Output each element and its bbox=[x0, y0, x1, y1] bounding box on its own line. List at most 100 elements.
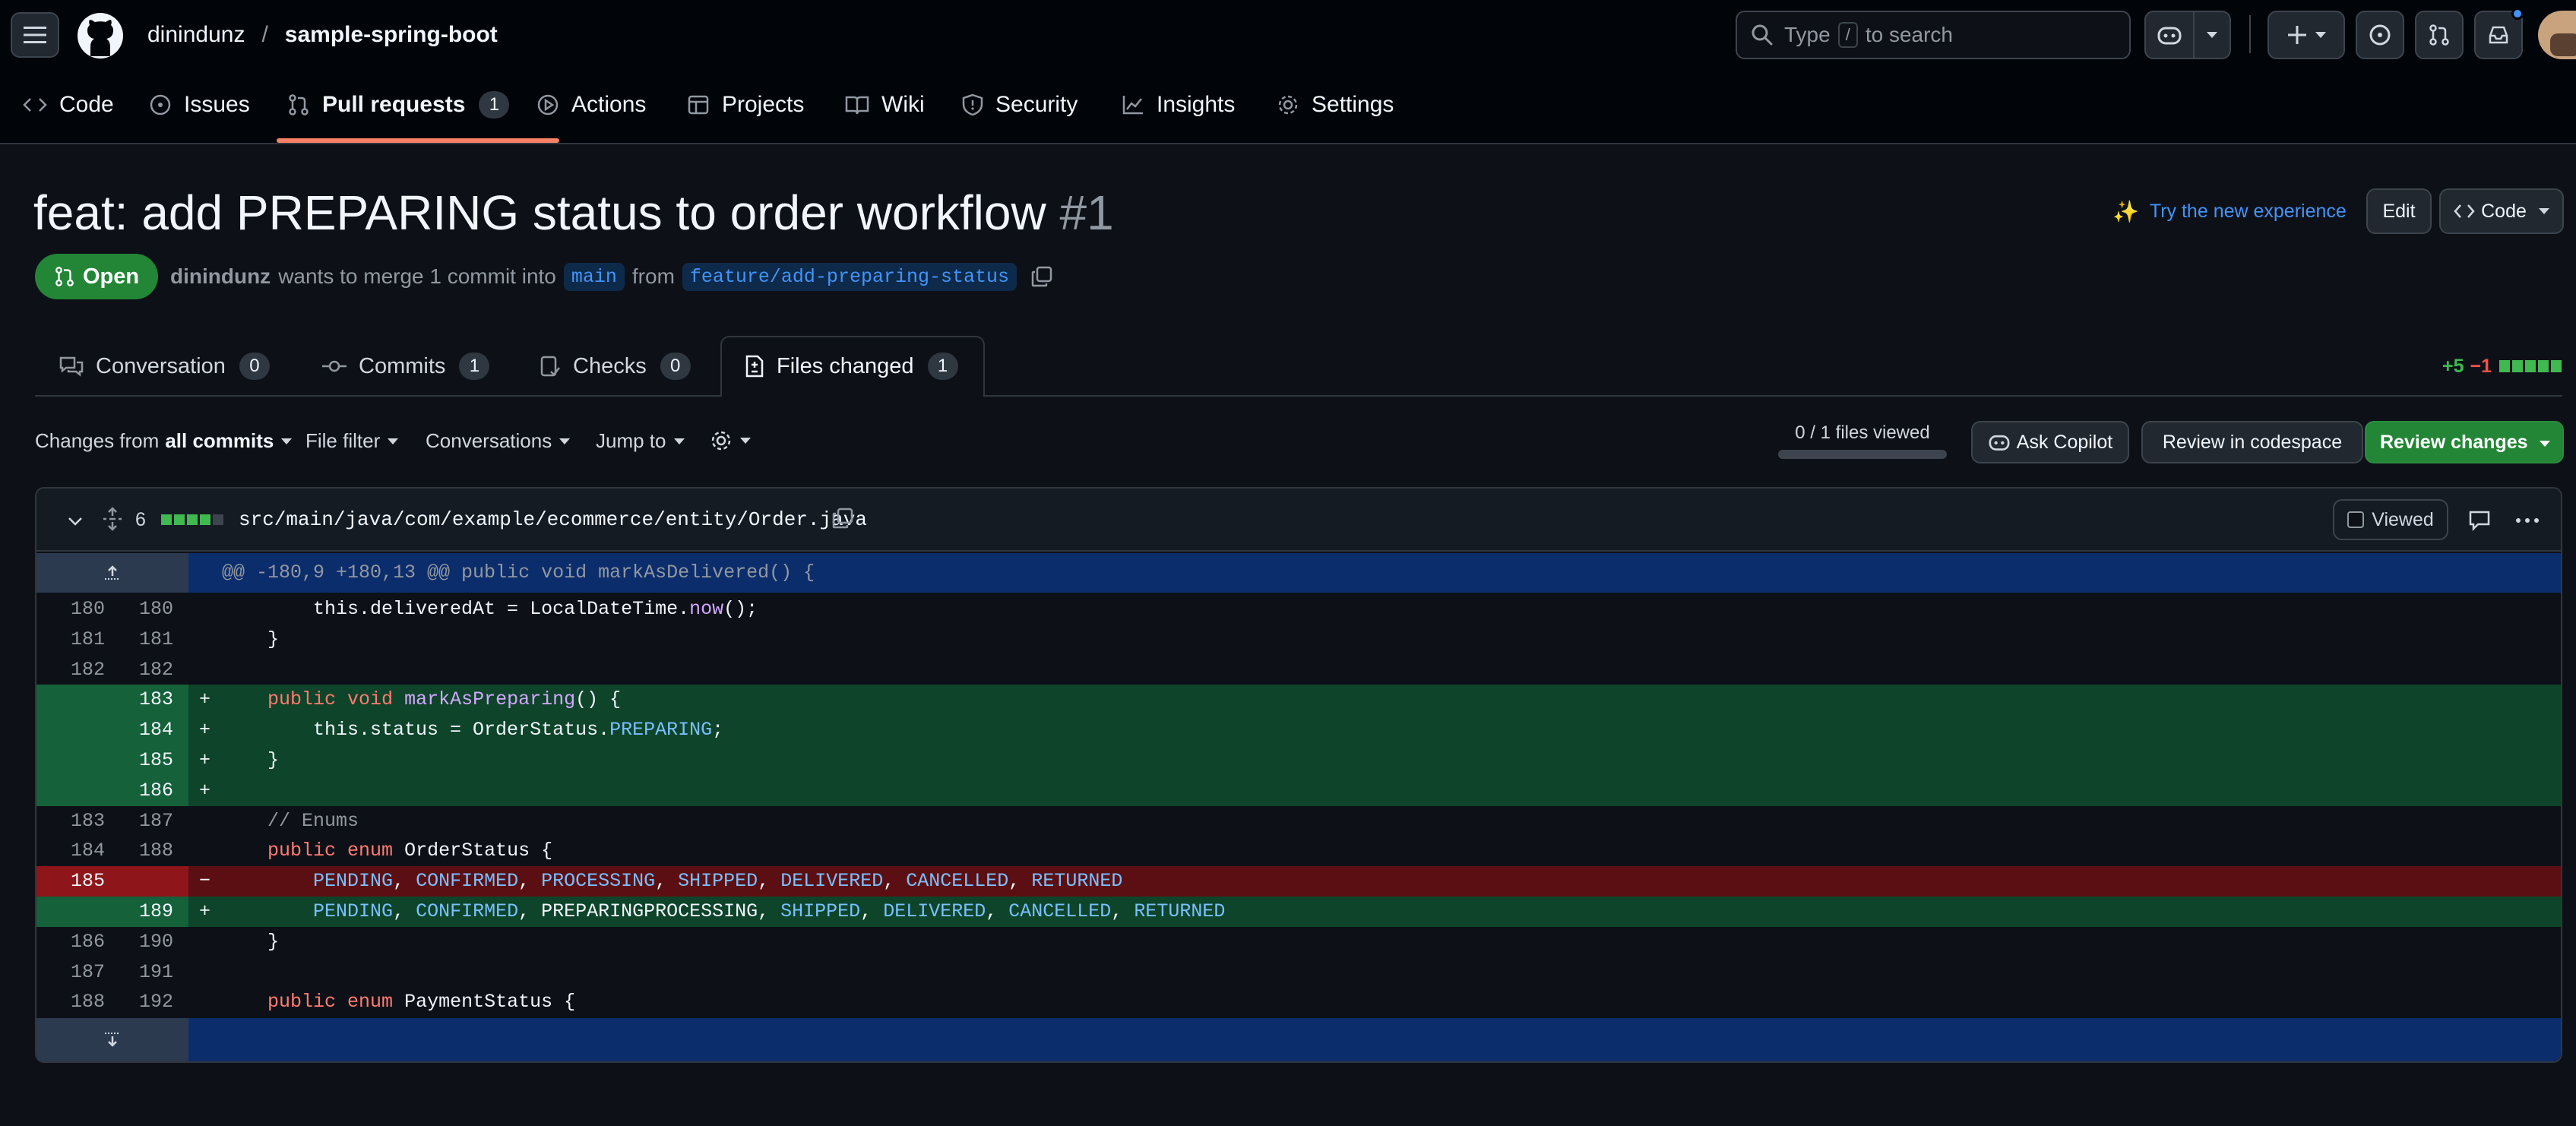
new-line-number[interactable]: 189 bbox=[105, 897, 173, 927]
diff-line: 186 190 } bbox=[36, 927, 2561, 957]
expand-up-button[interactable] bbox=[36, 553, 188, 593]
diff-settings-dropdown[interactable] bbox=[710, 429, 751, 452]
from-text: from bbox=[631, 264, 675, 288]
graph-icon bbox=[1122, 96, 1143, 115]
search-input[interactable]: Type / to search bbox=[1736, 11, 2131, 59]
tab-settings[interactable]: Settings bbox=[1277, 85, 1394, 125]
old-line-number[interactable]: 183 bbox=[36, 806, 105, 837]
gear-icon bbox=[711, 431, 731, 451]
tab-commits[interactable]: Commits 1 bbox=[322, 346, 490, 386]
comment-icon[interactable] bbox=[2468, 510, 2491, 531]
diff-line: 182 182 bbox=[36, 655, 2561, 685]
ask-copilot-button[interactable]: Ask Copilot bbox=[1971, 421, 2129, 463]
new-line-number[interactable] bbox=[105, 866, 173, 897]
github-logo-icon[interactable] bbox=[77, 12, 124, 59]
new-line-number[interactable]: 188 bbox=[105, 836, 173, 866]
shield-icon bbox=[962, 93, 983, 116]
tab-projects[interactable]: Projects bbox=[687, 85, 804, 125]
issues-button[interactable] bbox=[2356, 11, 2404, 59]
old-line-number[interactable] bbox=[36, 685, 105, 715]
pull-requests-button[interactable] bbox=[2415, 11, 2464, 59]
tab-projects-label: Projects bbox=[722, 92, 805, 117]
divider bbox=[2249, 15, 2251, 53]
tab-security-label: Security bbox=[995, 92, 1078, 117]
tab-issues[interactable]: Issues bbox=[149, 85, 250, 125]
pr-state-label: Open bbox=[82, 264, 140, 289]
base-branch[interactable]: main bbox=[563, 262, 625, 291]
tab-checks[interactable]: Checks 0 bbox=[540, 346, 691, 386]
old-line-number[interactable]: 182 bbox=[36, 655, 105, 685]
menu-button[interactable] bbox=[11, 12, 59, 58]
copilot-dropdown-button[interactable] bbox=[2193, 11, 2231, 59]
chevron-down-icon[interactable] bbox=[65, 511, 85, 531]
tab-insights[interactable]: Insights bbox=[1122, 85, 1235, 125]
code-dropdown-button[interactable]: Code bbox=[2439, 188, 2564, 234]
tab-conversation[interactable]: Conversation 0 bbox=[59, 346, 270, 386]
kebab-horizontal-icon[interactable] bbox=[2515, 517, 2540, 523]
diff-line-added: 185 + } bbox=[36, 745, 2561, 776]
tab-pull-requests[interactable]: Pull requests 1 bbox=[287, 85, 510, 125]
file-filter-dropdown[interactable]: File filter bbox=[305, 429, 399, 453]
old-line-number[interactable]: 180 bbox=[36, 594, 105, 625]
old-line-number[interactable]: 185 bbox=[36, 866, 105, 897]
file-path-link[interactable]: src/main/java/com/example/ecommerce/enti… bbox=[239, 505, 867, 534]
tab-files-changed[interactable]: Files changed 1 bbox=[745, 346, 958, 386]
new-line-number[interactable]: 187 bbox=[105, 806, 173, 837]
changes-from-dropdown[interactable]: Changes from all commits bbox=[35, 429, 293, 453]
pr-author-link[interactable]: dinindunz bbox=[170, 264, 271, 289]
deletions-count: −1 bbox=[2470, 355, 2492, 377]
conversations-dropdown[interactable]: Conversations bbox=[426, 429, 571, 453]
tab-wiki-label: Wiki bbox=[881, 92, 925, 117]
old-line-number[interactable] bbox=[36, 897, 105, 927]
viewed-checkbox-button[interactable]: Viewed bbox=[2333, 499, 2448, 540]
chevron-down-icon bbox=[2315, 32, 2326, 38]
old-line-number[interactable] bbox=[36, 776, 105, 806]
copy-icon[interactable] bbox=[1030, 265, 1053, 288]
old-line-number[interactable]: 187 bbox=[36, 957, 105, 988]
repo-name-link[interactable]: sample-spring-boot bbox=[285, 22, 498, 48]
new-line-number[interactable]: 184 bbox=[105, 715, 173, 745]
new-line-number[interactable]: 183 bbox=[105, 685, 173, 715]
new-line-number[interactable]: 182 bbox=[105, 655, 173, 685]
tab-wiki[interactable]: Wiki bbox=[845, 85, 925, 125]
chevron-down-icon bbox=[2540, 441, 2550, 447]
repo-owner-link[interactable]: dinindunz bbox=[147, 22, 245, 48]
new-line-number[interactable]: 192 bbox=[105, 987, 173, 1017]
new-line-number[interactable]: 181 bbox=[105, 625, 173, 655]
try-new-experience-link[interactable]: ✨ Try the new experience bbox=[2112, 195, 2347, 228]
create-new-button[interactable] bbox=[2267, 11, 2345, 59]
jump-to-dropdown[interactable]: Jump to bbox=[596, 429, 685, 453]
expand-down-button[interactable] bbox=[36, 1018, 188, 1061]
new-line-number[interactable]: 185 bbox=[105, 745, 173, 776]
new-line-number[interactable]: 180 bbox=[105, 594, 173, 625]
old-line-number[interactable]: 181 bbox=[36, 625, 105, 655]
avatar[interactable] bbox=[2538, 11, 2576, 59]
tab-security[interactable]: Security bbox=[962, 85, 1078, 125]
hamburger-icon bbox=[24, 27, 46, 43]
review-in-codespace-button[interactable]: Review in codespace bbox=[2141, 421, 2363, 463]
new-line-number[interactable]: 190 bbox=[105, 927, 173, 957]
tab-actions[interactable]: Actions bbox=[536, 85, 646, 125]
edit-button[interactable]: Edit bbox=[2366, 188, 2432, 234]
page-title: feat: add PREPARING status to order work… bbox=[33, 182, 1114, 243]
copilot-icon bbox=[1989, 435, 2010, 451]
old-line-number[interactable] bbox=[36, 715, 105, 745]
chevron-down-icon bbox=[388, 438, 399, 444]
copilot-button[interactable] bbox=[2144, 11, 2195, 59]
viewed-checkbox[interactable] bbox=[2347, 511, 2365, 528]
book-icon bbox=[845, 96, 869, 115]
tab-checks-label: Checks bbox=[573, 353, 647, 378]
old-line-number[interactable]: 188 bbox=[36, 987, 105, 1017]
old-line-number[interactable] bbox=[36, 745, 105, 776]
new-line-number[interactable]: 191 bbox=[105, 957, 173, 988]
chevron-down-icon bbox=[559, 438, 571, 444]
copy-icon[interactable] bbox=[831, 507, 854, 530]
old-line-number[interactable]: 186 bbox=[36, 927, 105, 957]
new-line-number[interactable]: 186 bbox=[105, 776, 173, 806]
tab-code[interactable]: Code bbox=[23, 85, 114, 125]
head-branch[interactable]: feature/add-preparing-status bbox=[682, 262, 1017, 291]
review-changes-button[interactable]: Review changes bbox=[2365, 421, 2564, 463]
unfold-icon[interactable] bbox=[102, 507, 123, 531]
old-line-number[interactable]: 184 bbox=[36, 836, 105, 866]
diff-line-added: 183 + public void markAsPreparing() { bbox=[36, 685, 2561, 716]
